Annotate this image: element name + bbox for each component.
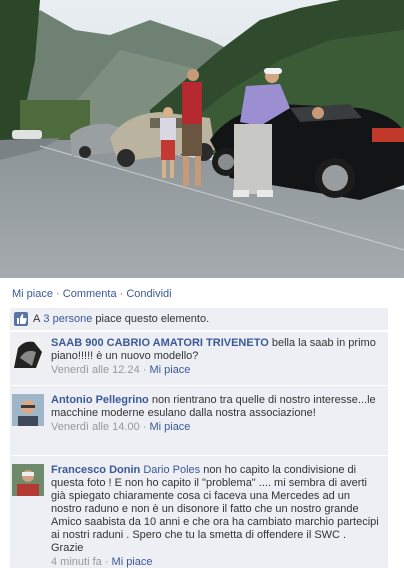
avatar[interactable] [12, 338, 44, 370]
comment-mention[interactable]: Dario Poles [143, 464, 200, 476]
comment-item: Francesco Donin Dario Poles non ho capit… [10, 455, 388, 568]
comment-like-link[interactable]: Mi piace [149, 364, 190, 376]
separator: · [56, 288, 60, 300]
avatar[interactable] [12, 464, 44, 496]
share-link[interactable]: Condividi [126, 288, 171, 300]
comment-time[interactable]: Venerdì alle 14.00 [51, 421, 140, 433]
likes-summary: A 3 persone piace questo elemento. [10, 308, 388, 331]
comment-author[interactable]: SAAB 900 CABRIO AMATORI TRIVENETO [51, 337, 269, 349]
comment-meta: 4 minuti fa · Mi piace [51, 556, 153, 568]
comment-text: non ho capito la condivisione di questa … [51, 464, 379, 554]
comment-time[interactable]: 4 minuti fa [51, 556, 102, 568]
likes-suffix: piace questo elemento. [95, 313, 210, 325]
comment-body: Antonio Pellegrino non rientrano tra que… [51, 394, 381, 434]
thumbs-up-icon [14, 312, 28, 326]
comment-link[interactable]: Commenta [63, 288, 117, 300]
post-actions: Mi piace · Commenta · Condividi [12, 288, 172, 300]
comment-meta: Venerdì alle 14.00 · Mi piace [51, 421, 191, 433]
likes-people-link[interactable]: 3 persone [43, 313, 92, 325]
comment-author[interactable]: Francesco Donin [51, 464, 140, 476]
comment-item: Antonio Pellegrino non rientrano tra que… [10, 385, 388, 455]
comment-item: SAAB 900 CABRIO AMATORI TRIVENETO bella … [10, 331, 388, 385]
comment-body: Francesco Donin Dario Poles non ho capit… [51, 464, 381, 569]
comment-time[interactable]: Venerdì alle 12.24 [51, 364, 140, 376]
separator: · [119, 288, 124, 300]
like-link[interactable]: Mi piace [12, 288, 53, 300]
comment-like-link[interactable]: Mi piace [112, 556, 153, 568]
comment-like-link[interactable]: Mi piace [149, 421, 190, 433]
comment-meta: Venerdì alle 12.24 · Mi piace [51, 364, 191, 376]
comment-author[interactable]: Antonio Pellegrino [51, 394, 149, 406]
avatar[interactable] [12, 394, 44, 426]
post-photo[interactable] [0, 0, 404, 278]
likes-prefix: A [33, 313, 41, 325]
comment-body: SAAB 900 CABRIO AMATORI TRIVENETO bella … [51, 337, 381, 377]
